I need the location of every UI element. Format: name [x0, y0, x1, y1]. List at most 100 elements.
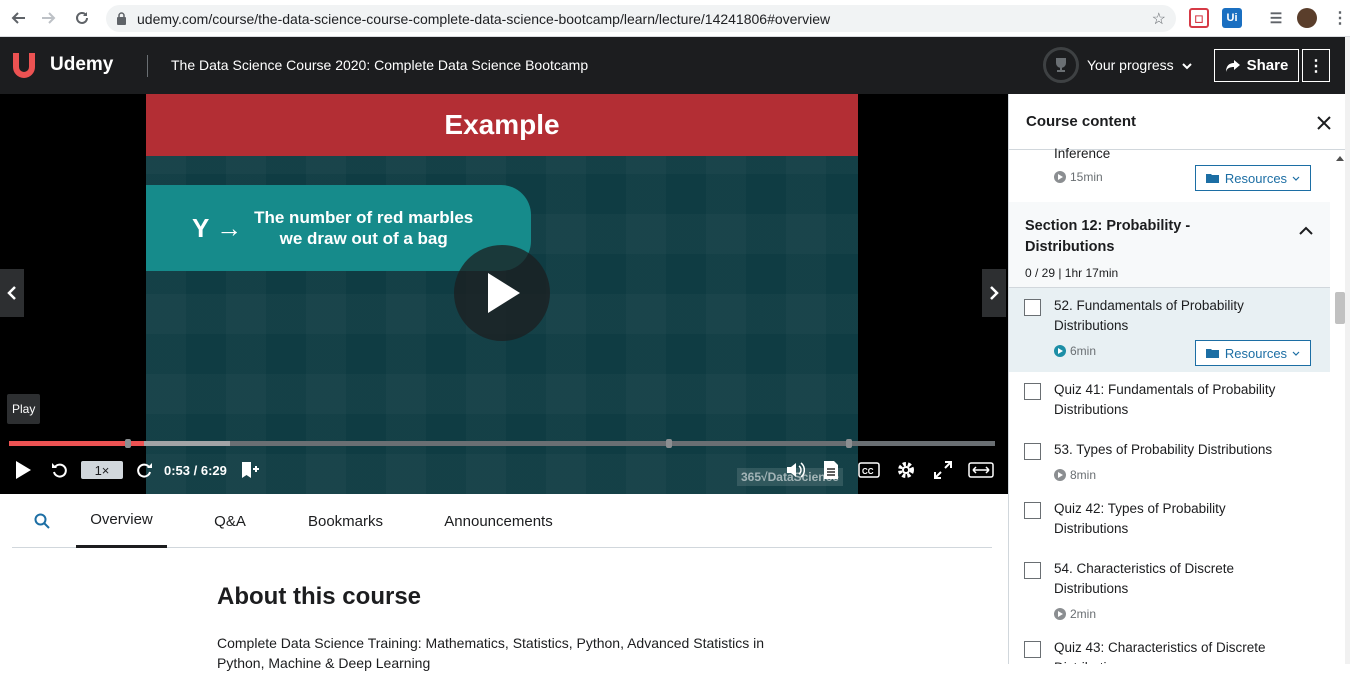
item-title: 53. Types of Probability Distributions	[1054, 442, 1273, 457]
item-title: 52. Fundamentals of Probability Distribu…	[1054, 298, 1244, 333]
transcript-icon	[824, 461, 838, 479]
captions-icon: CC	[858, 462, 880, 478]
lock-icon	[117, 12, 126, 25]
video-icon	[1054, 469, 1066, 481]
share-icon	[1225, 59, 1240, 72]
udemy-logo[interactable]: Udemy	[12, 49, 113, 81]
slide-title: Example	[146, 94, 858, 156]
expand-width-icon	[968, 462, 994, 478]
section-meta: 0 / 29 | 1hr 17min	[1025, 266, 1119, 280]
video-controls: 1× 0:53 / 6:29 CC	[0, 454, 1009, 486]
big-play-button[interactable]	[454, 245, 550, 341]
about-section: About this course Complete Data Science …	[217, 583, 787, 673]
item-duration: 2min	[1054, 607, 1096, 621]
reload-icon[interactable]	[67, 3, 97, 33]
about-description: Complete Data Science Training: Mathemat…	[217, 635, 765, 671]
folder-icon	[1205, 348, 1219, 358]
forward-button[interactable]	[132, 454, 156, 486]
forward-icon[interactable]	[34, 3, 64, 33]
tab-bookmarks[interactable]: Bookmarks	[297, 494, 394, 548]
item-duration: 15min	[1054, 170, 1103, 184]
rewind-icon	[52, 463, 67, 478]
transcript-button[interactable]	[820, 454, 842, 486]
resources-label: Resources	[1224, 170, 1288, 186]
duration-text: 15min	[1070, 170, 1103, 184]
bookmark-star-icon[interactable]: ☆	[1152, 9, 1166, 29]
completion-checkbox[interactable]	[1024, 502, 1041, 519]
chevron-down-icon	[1181, 57, 1192, 73]
back-icon[interactable]	[3, 3, 33, 33]
settings-button[interactable]	[894, 454, 918, 486]
svg-text:CC: CC	[862, 467, 874, 476]
duration-text: 2min	[1070, 607, 1097, 621]
tab-overview[interactable]: Overview	[76, 494, 167, 548]
item-duration: 8min	[1054, 468, 1096, 482]
item-title: Quiz 43: Characteristics of Discrete Dis…	[1054, 640, 1266, 664]
profile-avatar[interactable]	[1297, 8, 1317, 28]
list-item-current[interactable]: 52. Fundamentals of Probability Distribu…	[1009, 288, 1331, 372]
scroll-up-icon[interactable]	[1336, 156, 1344, 161]
list-item[interactable]: 53. Types of Probability Distributions 8…	[1009, 432, 1331, 490]
playback-rate: 1×	[81, 461, 123, 479]
tab-qa[interactable]: Q&A	[204, 494, 256, 548]
completion-checkbox[interactable]	[1024, 299, 1041, 316]
rewind-button[interactable]	[48, 454, 72, 486]
bookmark-marker[interactable]	[666, 439, 672, 448]
chevron-down-icon	[1292, 176, 1300, 181]
list-item[interactable]: Quiz 41: Fundamentals of Probability Dis…	[1009, 372, 1331, 432]
scrollbar-thumb[interactable]	[1335, 292, 1345, 324]
video-progress-bar[interactable]	[9, 439, 995, 448]
progress-ring	[1043, 47, 1079, 83]
bookmark-marker[interactable]	[846, 439, 852, 448]
play-button[interactable]	[10, 454, 36, 486]
extension-ui-icon[interactable]: Ui	[1222, 8, 1242, 28]
close-icon[interactable]	[1317, 110, 1331, 136]
captions-button[interactable]: CC	[857, 454, 881, 486]
browser-toolbar: udemy.com/course/the-data-science-course…	[0, 0, 1350, 37]
list-item[interactable]: Quiz 43: Characteristics of Discrete Dis…	[1009, 630, 1331, 664]
tab-announcements[interactable]: Announcements	[432, 494, 565, 548]
about-heading: About this course	[217, 583, 422, 610]
resources-button[interactable]: Resources	[1195, 340, 1311, 366]
extension-pocket-icon[interactable]: ◻	[1189, 8, 1209, 28]
course-header: Udemy The Data Science Course 2020: Comp…	[0, 37, 1350, 94]
trophy-icon	[1056, 58, 1066, 72]
item-title: Inference	[1054, 146, 1111, 161]
previous-lecture-button[interactable]	[0, 269, 24, 317]
completion-checkbox[interactable]	[1024, 443, 1041, 460]
playback-rate-button[interactable]: 1×	[80, 454, 124, 486]
fullscreen-button[interactable]	[931, 454, 955, 486]
list-item[interactable]: 54. Characteristics of Discrete Distribu…	[1009, 551, 1331, 631]
gear-icon	[898, 462, 914, 478]
add-bookmark-button[interactable]	[238, 454, 260, 486]
play-tooltip: Play	[7, 394, 41, 424]
course-tabs: Overview Q&A Bookmarks Announcements	[12, 494, 992, 548]
volume-button[interactable]	[784, 454, 806, 486]
progress-dropdown[interactable]: Your progress	[1043, 47, 1192, 83]
page-scrollbar[interactable]	[1345, 37, 1350, 664]
video-icon	[1054, 171, 1066, 183]
chevron-down-icon	[1292, 351, 1300, 356]
completion-checkbox[interactable]	[1024, 562, 1041, 579]
resources-button[interactable]: Resources	[1195, 165, 1311, 191]
expand-width-button[interactable]	[966, 454, 996, 486]
item-duration: 6min	[1054, 344, 1096, 358]
bookmark-marker[interactable]	[125, 439, 131, 448]
next-lecture-button[interactable]	[982, 269, 1006, 317]
browser-menu-icon[interactable]: ⋮	[1330, 8, 1350, 28]
completion-checkbox[interactable]	[1024, 383, 1041, 400]
duration-text: 6min	[1070, 344, 1097, 358]
course-content-sidebar: Course content Inference 15min Resources…	[1008, 94, 1350, 664]
share-button[interactable]: Share	[1214, 49, 1299, 82]
list-item[interactable]: Inference 15min Resources	[1009, 146, 1331, 202]
address-bar[interactable]: udemy.com/course/the-data-science-course…	[106, 5, 1176, 32]
section-header[interactable]: Section 12: Probability - Distributions …	[1009, 202, 1331, 288]
completion-checkbox[interactable]	[1024, 641, 1041, 658]
search-tab[interactable]	[30, 494, 54, 548]
video-player[interactable]: Example Y → The number of red marbles we…	[0, 94, 1009, 494]
course-title[interactable]: The Data Science Course 2020: Complete D…	[171, 57, 588, 73]
media-control-icon[interactable]: ☰	[1266, 8, 1286, 28]
list-item[interactable]: Quiz 42: Types of Probability Distributi…	[1009, 491, 1331, 551]
item-title: Quiz 41: Fundamentals of Probability Dis…	[1054, 382, 1276, 417]
more-options-button[interactable]: ⋮	[1302, 49, 1330, 82]
